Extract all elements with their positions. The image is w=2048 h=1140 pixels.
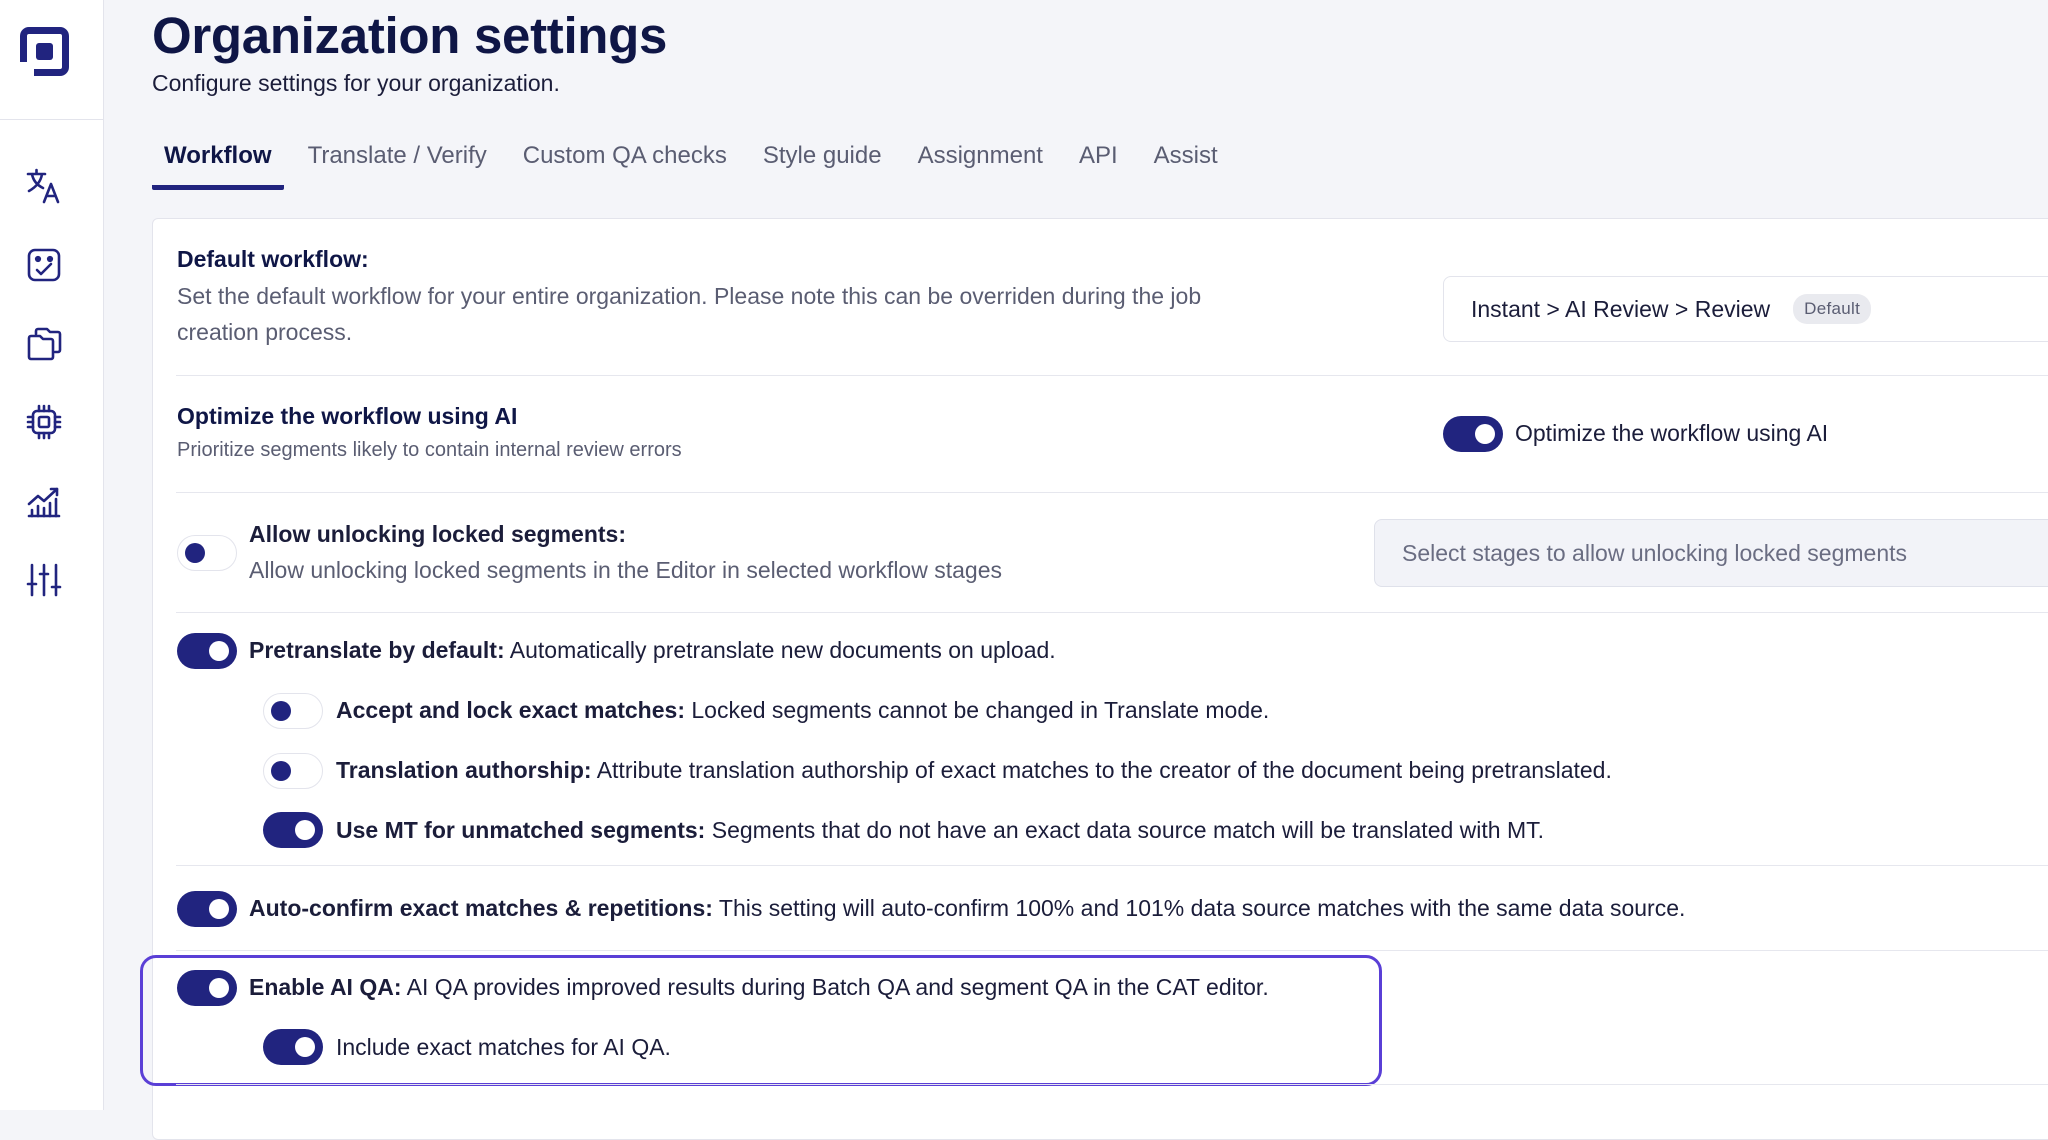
tab-custom-qa-checks[interactable]: Custom QA checks — [511, 138, 739, 190]
tab-style-guide[interactable]: Style guide — [751, 138, 894, 190]
optimize-description: Prioritize segments likely to contain in… — [177, 439, 682, 461]
divider — [176, 950, 2048, 951]
use-mt-toggle[interactable] — [263, 812, 323, 848]
unlock-toggle[interactable] — [177, 535, 237, 571]
pretranslate-toggle[interactable] — [177, 633, 237, 669]
divider — [176, 612, 2048, 613]
pretranslate-description: Automatically pretranslate new documents… — [504, 637, 1056, 663]
translation-authorship-toggle[interactable] — [263, 753, 323, 789]
accept-lock-toggle[interactable] — [263, 693, 323, 729]
settings-tabs: Workflow Translate / Verify Custom QA ch… — [152, 138, 1242, 194]
review-icon[interactable] — [22, 243, 66, 287]
pretranslate-label: Pretranslate by default: Automatically p… — [249, 637, 1056, 664]
tab-workflow[interactable]: Workflow — [152, 138, 284, 190]
tab-translate-verify[interactable]: Translate / Verify — [296, 138, 499, 190]
tab-assignment[interactable]: Assignment — [906, 138, 1055, 190]
use-mt-description: Segments that do not have an exact data … — [705, 817, 1545, 843]
default-workflow-description: Set the default workflow for your entire… — [177, 283, 1202, 345]
auto-confirm-description: This setting will auto-confirm 100% and … — [712, 895, 1686, 921]
default-workflow-select[interactable]: Instant > AI Review > Review Default — [1443, 276, 2048, 342]
translation-authorship-title: Translation authorship: — [336, 757, 592, 783]
divider — [176, 1084, 2048, 1085]
chip-icon[interactable] — [22, 400, 66, 444]
translation-authorship-description: Attribute translation authorship of exac… — [591, 757, 1612, 783]
sliders-icon[interactable] — [22, 558, 66, 602]
analytics-icon[interactable] — [22, 480, 66, 524]
accept-lock-description: Locked segments cannot be changed in Tra… — [684, 697, 1270, 723]
auto-confirm-toggle[interactable] — [177, 891, 237, 927]
sidebar — [0, 0, 104, 1110]
optimize-toggle[interactable] — [1443, 416, 1503, 452]
page-title: Organization settings — [152, 7, 668, 64]
default-workflow-value: Instant > AI Review > Review — [1471, 295, 1771, 322]
use-mt-label: Use MT for unmatched segments: Segments … — [336, 817, 1544, 844]
translation-authorship-label: Translation authorship: Attribute transl… — [336, 757, 1612, 784]
divider — [176, 865, 2048, 866]
optimize-title: Optimize the workflow using AI — [177, 403, 518, 429]
default-badge: Default — [1793, 294, 1872, 324]
accept-lock-title: Accept and lock exact matches: — [336, 697, 685, 723]
tab-assist[interactable]: Assist — [1142, 138, 1230, 190]
auto-confirm-title: Auto-confirm exact matches & repetitions… — [249, 895, 713, 921]
unlock-stages-select[interactable]: Select stages to allow unlocking locked … — [1374, 519, 2048, 587]
divider — [176, 375, 2048, 376]
logo-area — [0, 0, 103, 120]
translate-icon[interactable] — [22, 164, 66, 208]
ai-qa-highlight — [140, 955, 1382, 1086]
unlock-stages-placeholder: Select stages to allow unlocking locked … — [1402, 539, 1908, 566]
accept-lock-label: Accept and lock exact matches: Locked se… — [336, 697, 1269, 724]
divider — [176, 492, 2048, 493]
documents-icon[interactable] — [22, 322, 66, 366]
app-logo[interactable] — [20, 27, 69, 76]
default-workflow-title: Default workflow: — [177, 246, 369, 272]
tab-api[interactable]: API — [1067, 138, 1130, 190]
use-mt-title: Use MT for unmatched segments: — [336, 817, 706, 843]
auto-confirm-label: Auto-confirm exact matches & repetitions… — [249, 895, 1685, 922]
page-subtitle: Configure settings for your organization… — [152, 70, 560, 96]
optimize-toggle-label: Optimize the workflow using AI — [1515, 420, 1829, 446]
unlock-title: Allow unlocking locked segments: — [249, 521, 627, 547]
unlock-description: Allow unlocking locked segments in the E… — [249, 557, 1002, 583]
pretranslate-title: Pretranslate by default: — [249, 637, 505, 663]
